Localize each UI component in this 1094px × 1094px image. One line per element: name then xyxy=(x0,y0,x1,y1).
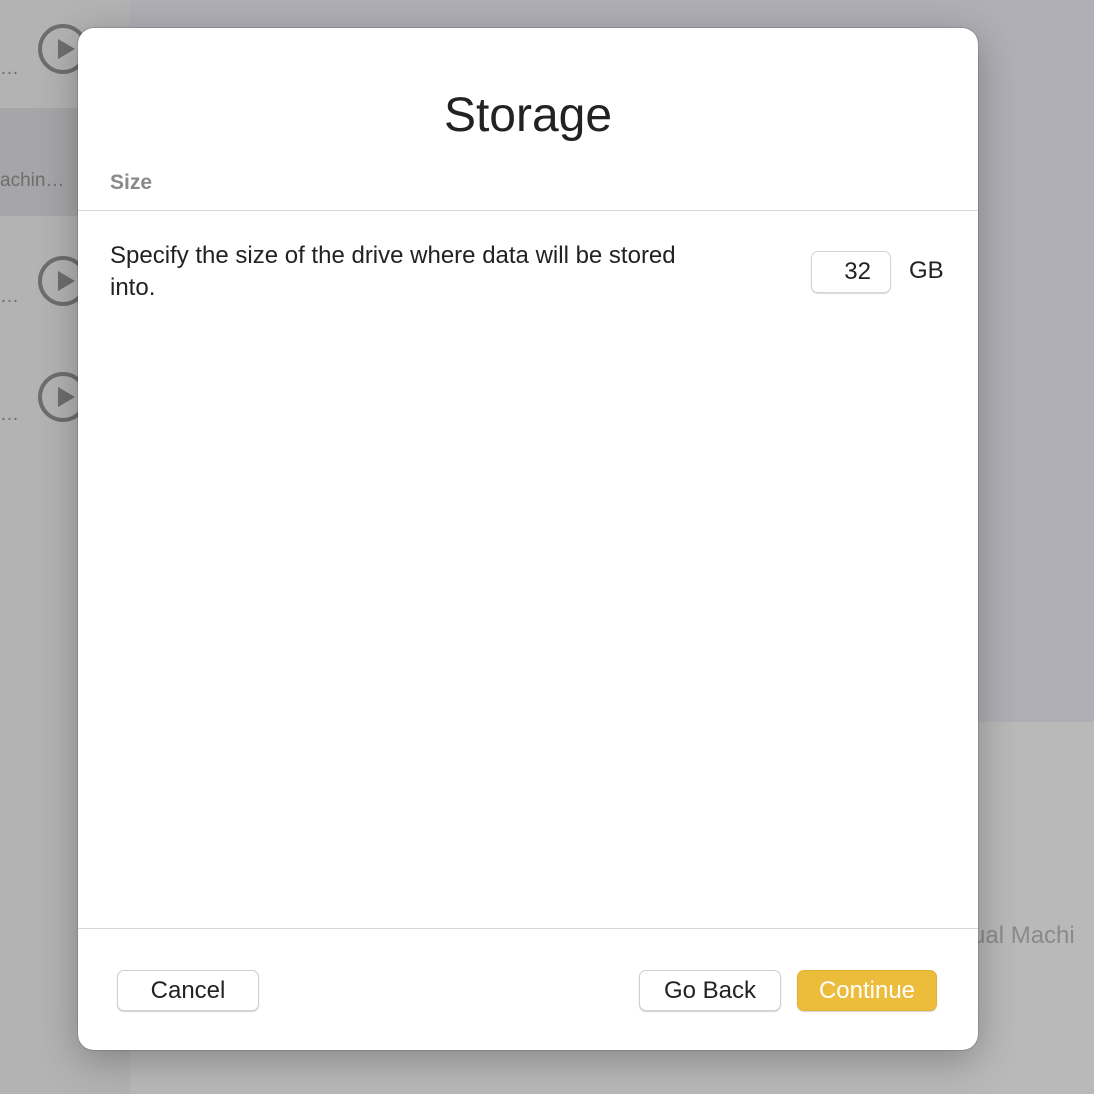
section-divider xyxy=(78,210,978,211)
storage-dialog: Storage Size Specify the size of the dri… xyxy=(78,28,978,1050)
size-input[interactable] xyxy=(811,251,891,293)
background-partial-text: ual Machi xyxy=(972,922,1075,949)
cancel-button[interactable]: Cancel xyxy=(117,970,259,1011)
go-back-button[interactable]: Go Back xyxy=(639,970,781,1011)
size-unit-label: GB xyxy=(909,257,944,284)
size-description: Specify the size of the drive where data… xyxy=(110,242,676,301)
background-vm-name: achin… xyxy=(0,170,65,191)
section-header-size: Size xyxy=(110,171,153,194)
continue-button[interactable]: Continue xyxy=(797,970,937,1011)
footer-divider xyxy=(78,928,978,929)
dialog-title: Storage xyxy=(443,89,613,142)
